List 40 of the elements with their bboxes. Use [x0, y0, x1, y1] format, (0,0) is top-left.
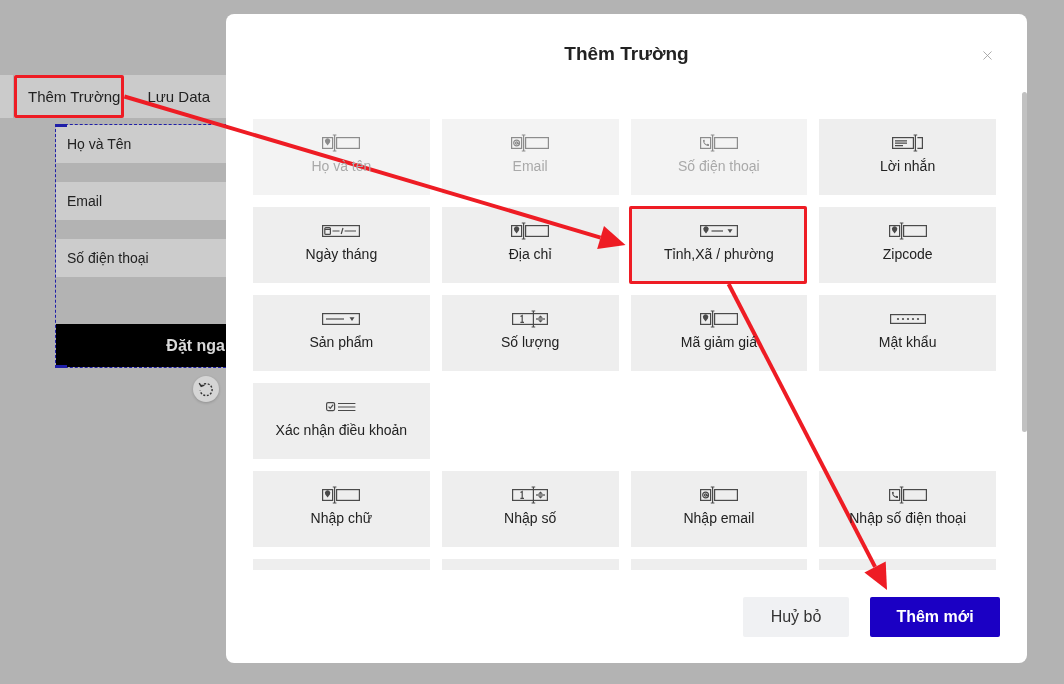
scrollbar[interactable] — [1022, 92, 1027, 432]
submit-button[interactable]: Đặt nga — [56, 324, 226, 367]
field-type-tile[interactable]: Nhập chữ — [253, 471, 430, 547]
field-type-tile[interactable]: Xác nhận điều khoản — [253, 383, 430, 459]
field-type-tile[interactable]: Mã giảm giá — [630, 295, 808, 371]
phone-input-icon — [699, 134, 738, 152]
input-field[interactable]: Số điện thoại — [56, 239, 226, 277]
field-type-tile[interactable]: Sản phẩm — [253, 295, 430, 371]
phone-input-icon — [888, 486, 927, 504]
text-area-icon — [892, 134, 924, 152]
pin-input-icon — [322, 486, 361, 504]
pin-input-icon — [322, 134, 361, 152]
pin-dropdown-icon — [699, 222, 738, 240]
rotate-icon — [198, 381, 214, 397]
field-type-tile[interactable]: Địa chỉ — [441, 207, 619, 283]
input-field[interactable]: Email — [56, 182, 226, 220]
at-sign-input-icon — [699, 486, 738, 504]
toolbar-button[interactable]: Thêm Trường — [17, 78, 122, 115]
dropdown-icon — [322, 310, 361, 328]
field-type-tile[interactable]: Nhập số — [441, 471, 619, 547]
field-type-tile[interactable]: Mật khẩu — [819, 295, 996, 371]
corner-handle[interactable] — [55, 365, 67, 368]
input-field[interactable]: Họ và Tên — [56, 125, 226, 163]
add-button[interactable]: Thêm mới — [870, 597, 1000, 637]
pin-input-icon — [511, 222, 550, 240]
field-type-tile[interactable]: Nhập email — [630, 471, 808, 547]
at-sign-input-icon — [511, 134, 550, 152]
field-type-tile[interactable]: Zipcode — [819, 207, 996, 283]
field-type-tile[interactable]: Số lượng — [441, 295, 619, 371]
date-input-icon — [322, 222, 361, 240]
dialog-title: Thêm Trường — [564, 42, 689, 67]
field-type-tile[interactable]: Lời nhắn — [819, 119, 996, 195]
rotate-button[interactable] — [193, 376, 219, 402]
number-stepper-icon — [512, 486, 549, 504]
cancel-button[interactable]: Huỷ bỏ — [743, 597, 849, 637]
toolbar-button[interactable]: Lưu Data — [136, 78, 211, 115]
number-stepper-icon — [512, 310, 549, 328]
pin-input-icon — [888, 222, 927, 240]
pin-input-icon — [699, 310, 738, 328]
field-type-tile[interactable]: Ngày tháng — [253, 207, 430, 283]
